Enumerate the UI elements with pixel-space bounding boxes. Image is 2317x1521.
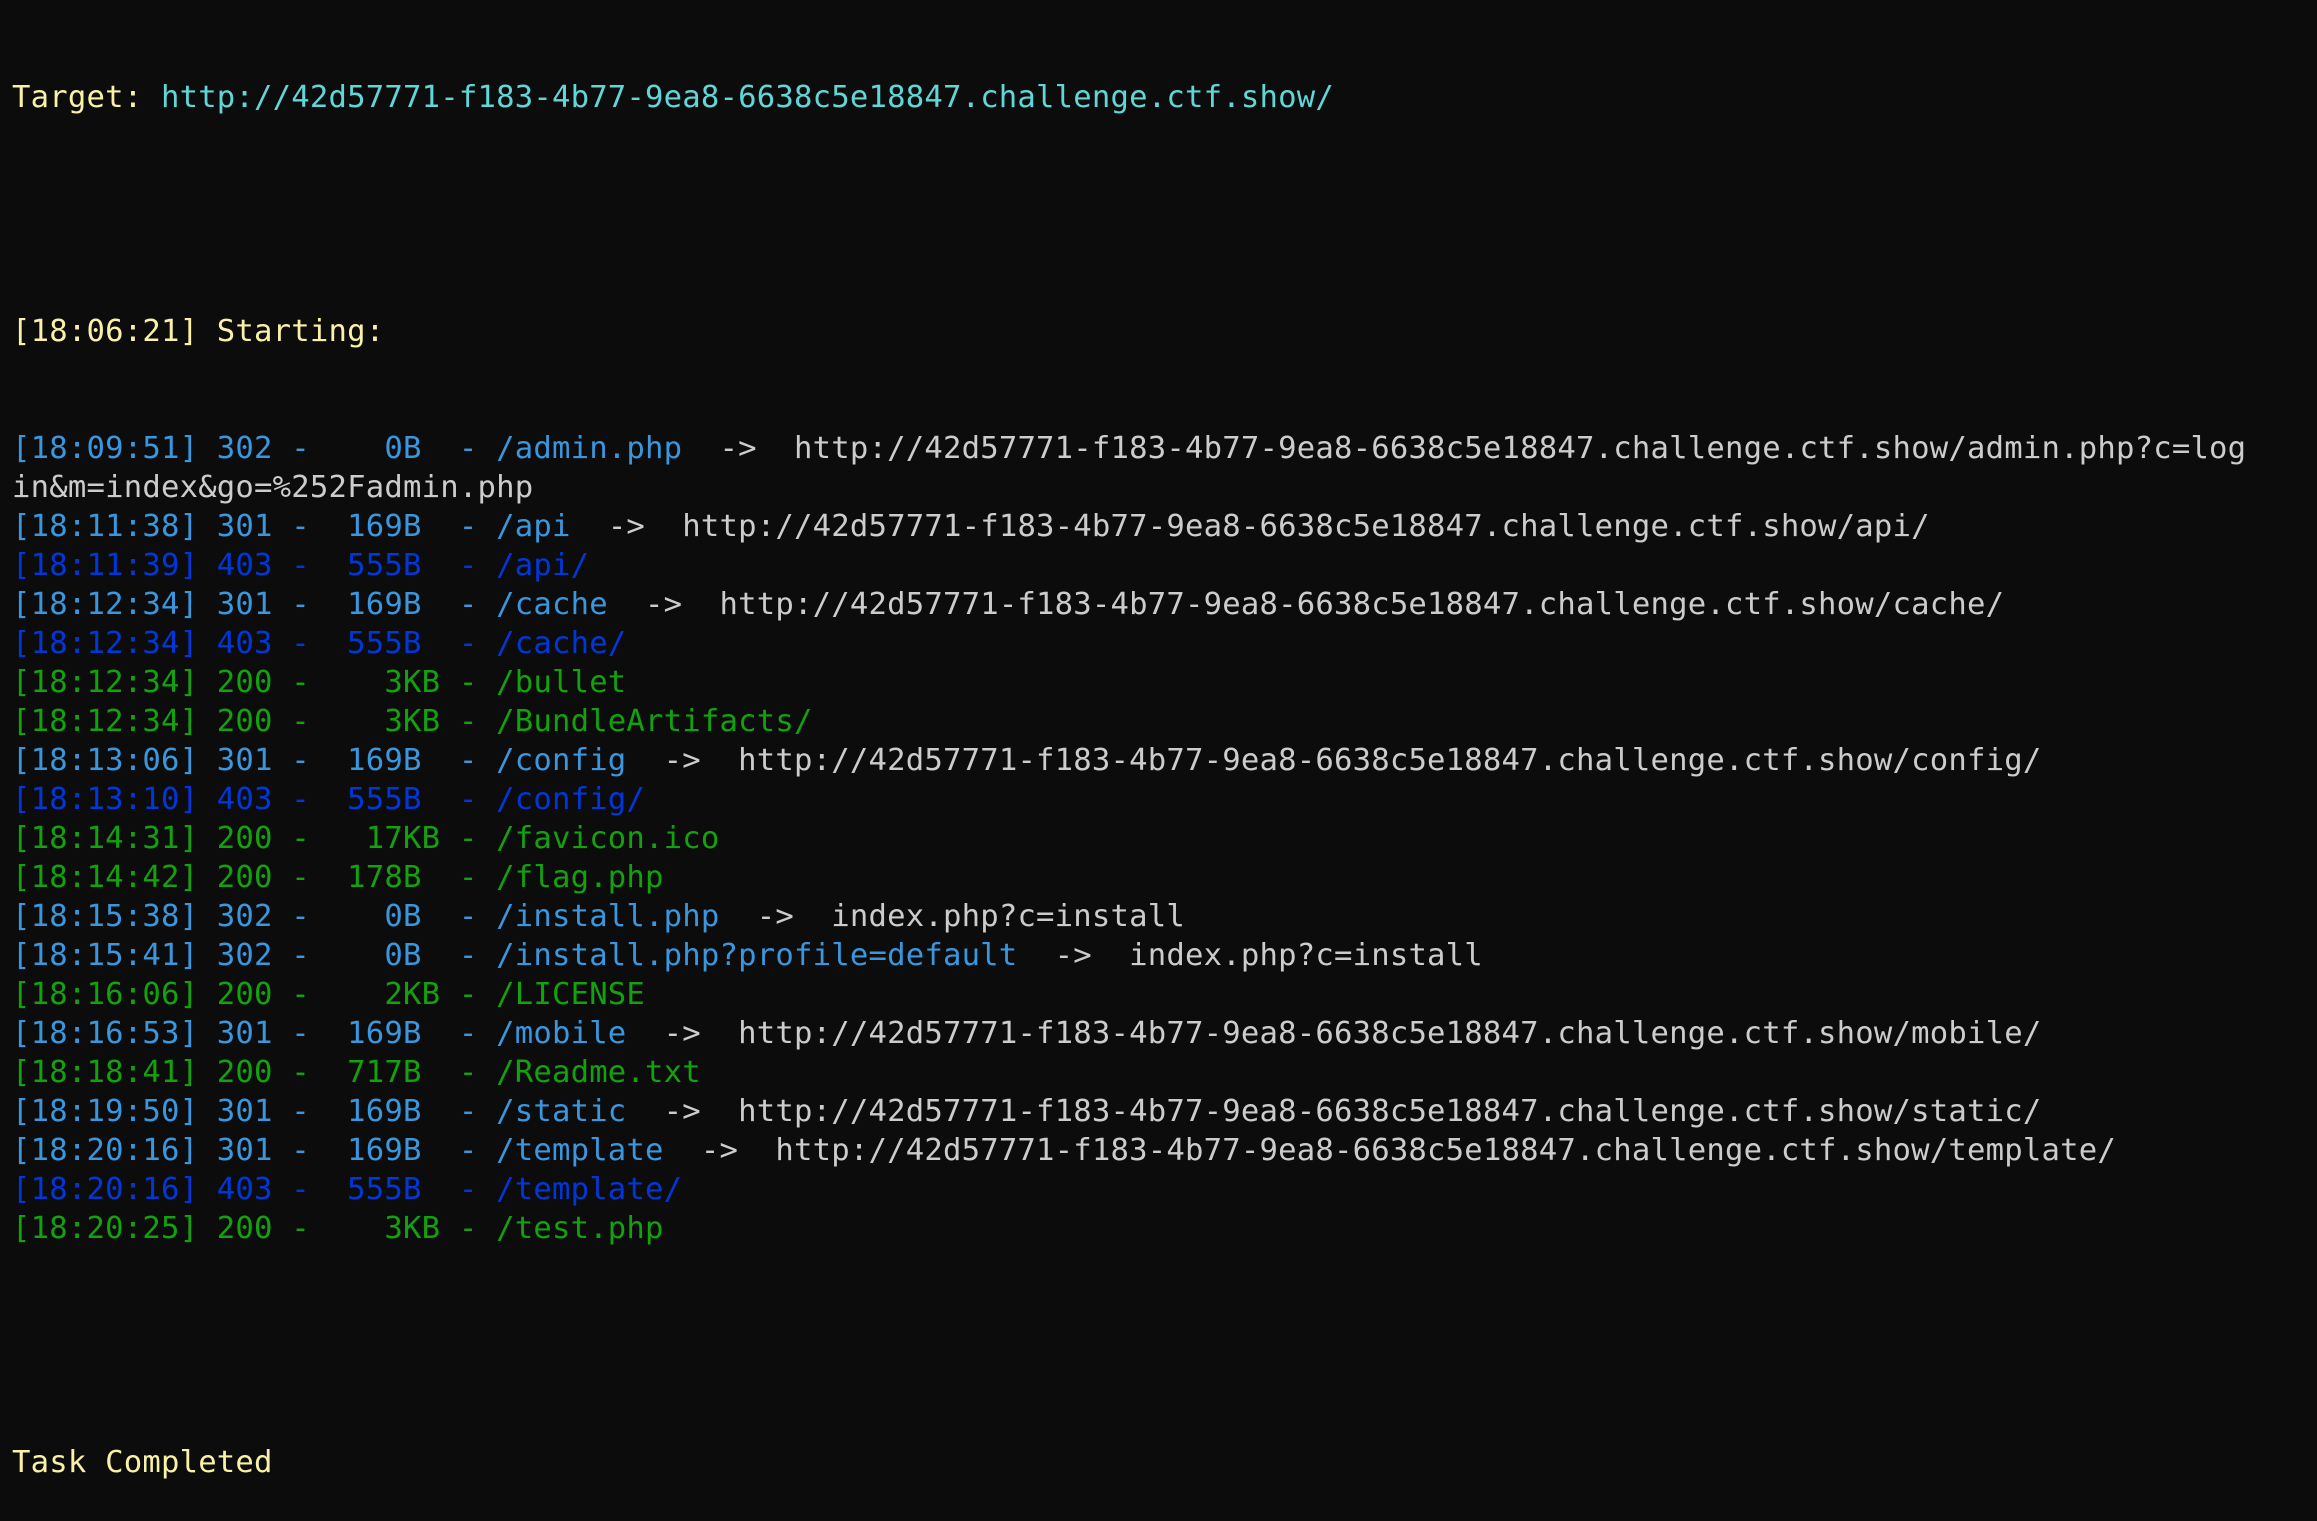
redirect-target: http://42d57771-f183-4b77-9ea8-6638c5e18…: [738, 1016, 2042, 1051]
redirect-arrow: ->: [663, 1133, 776, 1168]
result-entry: [18:13:10] 403 - 555B - /config/: [12, 782, 646, 817]
result-row: [18:12:34] 301 - 169B - /cache -> http:/…: [12, 585, 2312, 624]
redirect-arrow: ->: [626, 743, 739, 778]
target-label: Target:: [12, 80, 161, 115]
result-row: [18:14:31] 200 - 17KB - /favicon.ico: [12, 819, 2312, 858]
result-row: [18:20:16] 301 - 169B - /template -> htt…: [12, 1131, 2312, 1170]
result-entry: [18:20:16] 403 - 555B - /template/: [12, 1172, 683, 1207]
target-line: Target: http://42d57771-f183-4b77-9ea8-6…: [12, 78, 2312, 117]
result-entry: [18:15:38] 302 - 0B - /install.php: [12, 899, 720, 934]
result-row: [18:09:51] 302 - 0B - /admin.php -> http…: [12, 429, 2312, 468]
redirect-target: http://42d57771-f183-4b77-9ea8-6638c5e18…: [738, 743, 2042, 778]
result-row: [18:12:34] 200 - 3KB - /BundleArtifacts/: [12, 702, 2312, 741]
terminal-output[interactable]: Target: http://42d57771-f183-4b77-9ea8-6…: [12, 0, 2312, 1521]
redirect-target: http://42d57771-f183-4b77-9ea8-6638c5e18…: [738, 1094, 2042, 1129]
result-entry: [18:15:41] 302 - 0B - /install.php?profi…: [12, 938, 1018, 973]
result-entry: [18:12:34] 301 - 169B - /cache: [12, 587, 608, 622]
redirect-arrow: ->: [682, 431, 795, 466]
result-entry: [18:12:34] 200 - 3KB - /BundleArtifacts/: [12, 704, 813, 739]
result-row: [18:16:53] 301 - 169B - /mobile -> http:…: [12, 1014, 2312, 1053]
result-row: [18:20:25] 200 - 3KB - /test.php: [12, 1209, 2312, 1248]
result-entry: [18:19:50] 301 - 169B - /static: [12, 1094, 627, 1129]
result-row: [18:14:42] 200 - 178B - /flag.php: [12, 858, 2312, 897]
result-entry: [18:16:06] 200 - 2KB - /LICENSE: [12, 977, 646, 1012]
result-row: [18:16:06] 200 - 2KB - /LICENSE: [12, 975, 2312, 1014]
result-row: [18:18:41] 200 - 717B - /Readme.txt: [12, 1053, 2312, 1092]
scan-results: [18:09:51] 302 - 0B - /admin.php -> http…: [12, 429, 2312, 1248]
result-entry: [18:12:34] 200 - 3KB - /bullet: [12, 665, 627, 700]
redirect-target: http://42d57771-f183-4b77-9ea8-6638c5e18…: [682, 509, 1930, 544]
result-entry: [18:20:25] 200 - 3KB - /test.php: [12, 1211, 664, 1246]
result-row: [18:12:34] 403 - 555B - /cache/: [12, 624, 2312, 663]
result-entry: [18:13:06] 301 - 169B - /config: [12, 743, 627, 778]
result-row: [18:13:10] 403 - 555B - /config/: [12, 780, 2312, 819]
result-entry: [18:11:38] 301 - 169B - /api: [12, 509, 571, 544]
redirect-target: in&m=index&go=%252Fadmin.php: [12, 470, 534, 505]
result-entry: [18:18:41] 200 - 717B - /Readme.txt: [12, 1055, 701, 1090]
result-row: [18:11:38] 301 - 169B - /api -> http://4…: [12, 507, 2312, 546]
result-row: [18:13:06] 301 - 169B - /config -> http:…: [12, 741, 2312, 780]
redirect-arrow: ->: [626, 1094, 739, 1129]
redirect-target: http://42d57771-f183-4b77-9ea8-6638c5e18…: [775, 1133, 2116, 1168]
result-row: [18:19:50] 301 - 169B - /static -> http:…: [12, 1092, 2312, 1131]
redirect-target: http://42d57771-f183-4b77-9ea8-6638c5e18…: [794, 431, 2247, 466]
result-entry: [18:14:42] 200 - 178B - /flag.php: [12, 860, 664, 895]
result-entry: [18:16:53] 301 - 169B - /mobile: [12, 1016, 627, 1051]
redirect-arrow: ->: [626, 1016, 739, 1051]
result-entry: [18:20:16] 301 - 169B - /template: [12, 1133, 664, 1168]
start-line: [18:06:21] Starting:: [12, 314, 403, 349]
result-row: [18:15:38] 302 - 0B - /install.php -> in…: [12, 897, 2312, 936]
result-entry: [18:11:39] 403 - 555B - /api/: [12, 548, 590, 583]
task-completed-line: Task Completed: [12, 1445, 273, 1480]
redirect-target: index.php?c=install: [831, 899, 1186, 934]
result-entry: [18:12:34] 403 - 555B - /cache/: [12, 626, 627, 661]
result-entry: [18:09:51] 302 - 0B - /admin.php: [12, 431, 683, 466]
result-row: [18:15:41] 302 - 0B - /install.php?profi…: [12, 936, 2312, 975]
redirect-target: index.php?c=install: [1129, 938, 1483, 973]
redirect-arrow: ->: [570, 509, 683, 544]
redirect-arrow: ->: [1017, 938, 1130, 973]
result-row: [18:12:34] 200 - 3KB - /bullet: [12, 663, 2312, 702]
result-entry: [18:14:31] 200 - 17KB - /favicon.ico: [12, 821, 720, 856]
redirect-arrow: ->: [719, 899, 832, 934]
redirect-arrow: ->: [607, 587, 720, 622]
result-row: [18:11:39] 403 - 555B - /api/: [12, 546, 2312, 585]
target-url: http://42d57771-f183-4b77-9ea8-6638c5e18…: [160, 80, 1334, 115]
redirect-target: http://42d57771-f183-4b77-9ea8-6638c5e18…: [719, 587, 2005, 622]
result-row: [18:20:16] 403 - 555B - /template/: [12, 1170, 2312, 1209]
result-row-continuation: in&m=index&go=%252Fadmin.php: [12, 468, 2312, 507]
